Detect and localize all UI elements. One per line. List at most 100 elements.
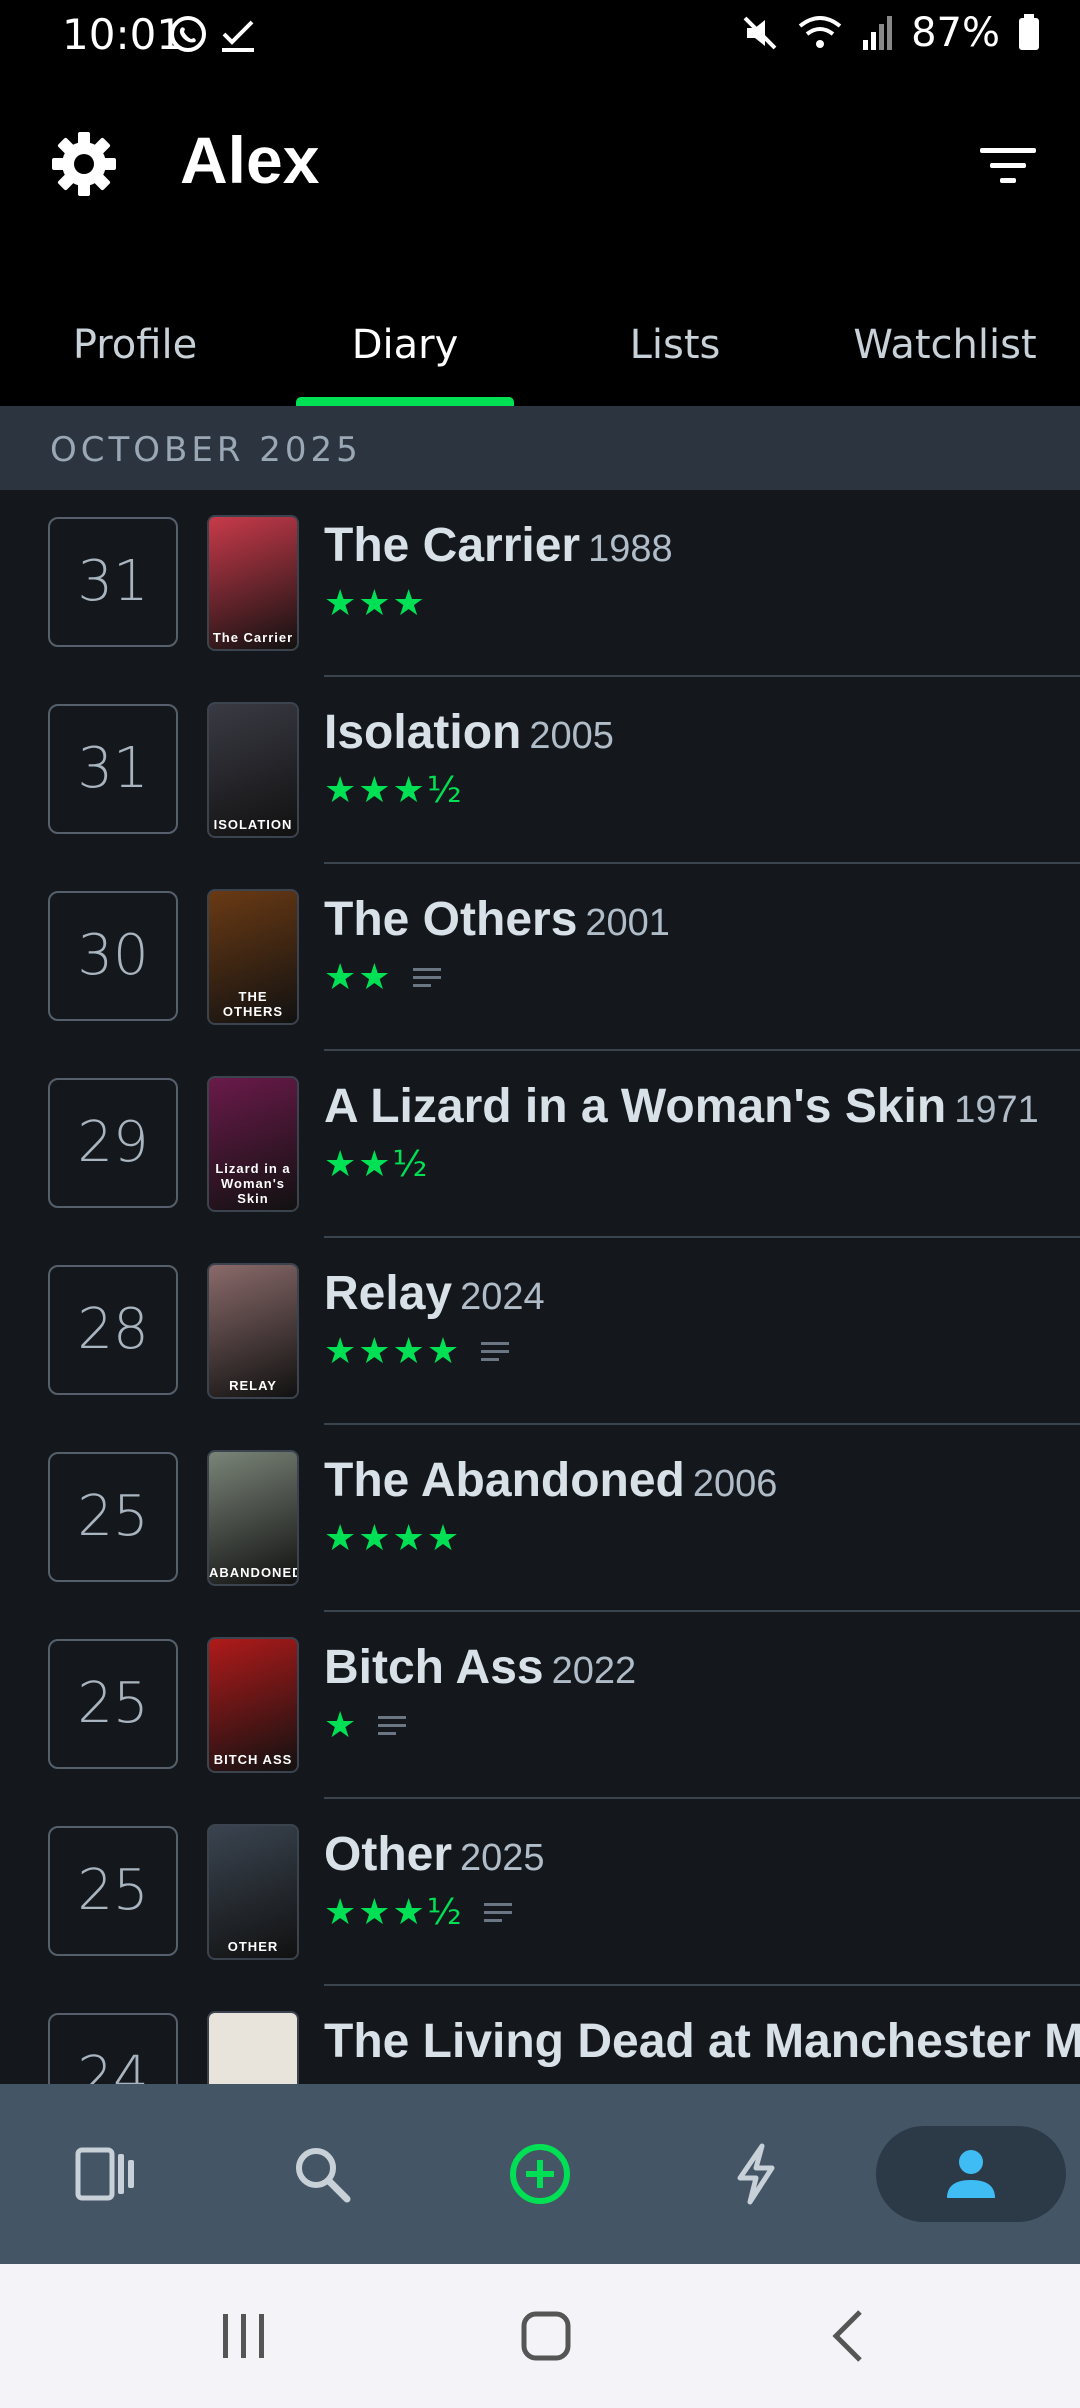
diary-entry[interactable]: 28 RELAY Relay 2024 ★★★★: [0, 1238, 1080, 1425]
diary-entry[interactable]: 31 The Carrier The Carrier 1988 ★★★: [0, 490, 1080, 677]
entry-day: 25: [48, 1826, 178, 1956]
poster-text: RELAY: [229, 1378, 277, 1393]
wifi-icon: [798, 16, 842, 48]
whatsapp-icon: [170, 16, 206, 52]
rating-stars: ★★★★: [324, 1331, 462, 1372]
film-year: 2025: [460, 1837, 545, 1879]
rating-stars: ★★★½: [324, 1892, 464, 1933]
poster-text: The Carrier: [212, 630, 294, 645]
film-title: Isolation: [324, 706, 522, 759]
review-icon: [378, 1715, 407, 1735]
poster-text: BITCH ASS: [213, 1752, 293, 1767]
tab-watchlist[interactable]: Watchlist: [810, 302, 1080, 406]
rating-stars: ★★½: [324, 1144, 430, 1185]
entry-day: 25: [48, 1639, 178, 1769]
film-year: 2022: [551, 1650, 637, 1692]
diary-entry[interactable]: 29 Lizard in a Woman's Skin A Lizard in …: [0, 1051, 1080, 1238]
poster-text: OTHER: [227, 1939, 279, 1954]
film-title: Bitch Ass: [324, 1641, 544, 1694]
diary-entry[interactable]: 25 BITCH ASS Bitch Ass 2022 ★: [0, 1612, 1080, 1799]
review-icon: [481, 1341, 510, 1361]
diary-list[interactable]: 31 The Carrier The Carrier 1988 ★★★ 31 IS…: [0, 490, 1080, 2084]
film-poster[interactable]: The Carrier: [207, 515, 299, 651]
film-poster[interactable]: THE OTHERS: [207, 889, 299, 1025]
entry-day: 31: [48, 704, 178, 834]
review-icon: [483, 1902, 512, 1922]
film-year: 2005: [529, 715, 614, 757]
nav-add[interactable]: [460, 2084, 620, 2264]
checkmark-icon: [222, 20, 254, 52]
signal-icon: [863, 16, 893, 50]
film-poster[interactable]: ISOLATION: [207, 702, 299, 838]
film-year: 2006: [692, 1463, 778, 1505]
rating-stars: ★★★★: [324, 1518, 462, 1559]
entry-day: 25: [48, 1452, 178, 1582]
back-button[interactable]: [808, 2300, 888, 2372]
system-nav-bar: [0, 2264, 1080, 2408]
entry-day: 29: [48, 1078, 178, 1208]
recent-apps-icon: [223, 2314, 264, 2358]
search-icon: [296, 2148, 351, 2203]
nav-activity[interactable]: [676, 2084, 836, 2264]
film-poster[interactable]: OTHER: [207, 1824, 299, 1960]
back-icon: [832, 2310, 862, 2362]
review-icon: [412, 967, 441, 987]
film-poster[interactable]: RELAY: [207, 1263, 299, 1399]
diary-entry[interactable]: 24 The Living Dead at Manchester Morgue: [0, 1986, 1080, 2084]
rating-stars: ★: [324, 1705, 359, 1746]
entry-day: 30: [48, 891, 178, 1021]
rating-stars: ★★★: [324, 583, 427, 624]
month-label: OCTOBER 2025: [50, 430, 362, 470]
month-header: OCTOBER 2025: [0, 406, 1080, 490]
poster-text: ABANDONED: [209, 1565, 299, 1580]
film-title: Other: [324, 1828, 453, 1881]
film-title: The Carrier: [324, 519, 581, 572]
film-poster[interactable]: BITCH ASS: [207, 1637, 299, 1773]
diary-entry[interactable]: 31 ISOLATION Isolation 2005 ★★★½: [0, 677, 1080, 864]
nav-profile[interactable]: [876, 2126, 1066, 2222]
tab-lists[interactable]: Lists: [540, 302, 810, 406]
page-title: Alex: [180, 123, 320, 197]
home-button[interactable]: [506, 2300, 586, 2372]
rating-stars: ★★★½: [324, 770, 464, 811]
home-icon: [521, 2311, 571, 2361]
film-year: 1988: [588, 528, 673, 570]
film-poster[interactable]: [207, 2011, 299, 2084]
tab-profile[interactable]: Profile: [0, 302, 270, 406]
entry-day: 28: [48, 1265, 178, 1395]
bottom-nav: [0, 2084, 1080, 2264]
film-year: 1971: [954, 1089, 1039, 1131]
nav-search[interactable]: [242, 2084, 402, 2264]
tab-diary[interactable]: Diary: [270, 302, 540, 406]
film-title: The Others: [324, 893, 578, 946]
status-bar: 10:01 87%: [0, 0, 1080, 72]
battery-icon: [1019, 14, 1039, 50]
activity-icon: [737, 2143, 775, 2205]
mute-icon: [743, 16, 777, 50]
film-title: The Living Dead at Manchester Morgue: [324, 2015, 1080, 2068]
film-poster[interactable]: ABANDONED: [207, 1450, 299, 1586]
rating-stars: ★★: [324, 957, 393, 998]
add-circle-icon: [510, 2144, 570, 2204]
recent-apps-button[interactable]: [204, 2300, 284, 2372]
entry-day: 24: [48, 2013, 178, 2084]
diary-entry[interactable]: 25 ABANDONED The Abandoned 2006 ★★★★: [0, 1425, 1080, 1612]
film-year: 2001: [585, 902, 670, 944]
profile-icon: [947, 2150, 995, 2198]
poster-text: ISOLATION: [213, 817, 293, 832]
battery-percent: 87%: [911, 10, 1000, 56]
diary-entry[interactable]: 30 THE OTHERS The Others 2001 ★★: [0, 864, 1080, 1051]
gear-icon[interactable]: [50, 130, 118, 198]
nav-films[interactable]: [26, 2084, 186, 2264]
film-year: 2024: [460, 1276, 545, 1318]
films-icon: [75, 2147, 134, 2201]
filter-icon[interactable]: [980, 146, 1036, 186]
film-title: A Lizard in a Woman's Skin: [324, 1080, 947, 1133]
film-poster[interactable]: Lizard in a Woman's Skin: [207, 1076, 299, 1212]
entry-day: 31: [48, 517, 178, 647]
poster-text: Lizard in a Woman's Skin: [215, 1161, 291, 1206]
status-time: 10:01: [62, 10, 184, 59]
tab-bar: Profile Diary Lists Watchlist: [0, 302, 1080, 406]
diary-entry[interactable]: 25 OTHER Other 2025 ★★★½: [0, 1799, 1080, 1986]
poster-text: THE OTHERS: [222, 989, 284, 1019]
